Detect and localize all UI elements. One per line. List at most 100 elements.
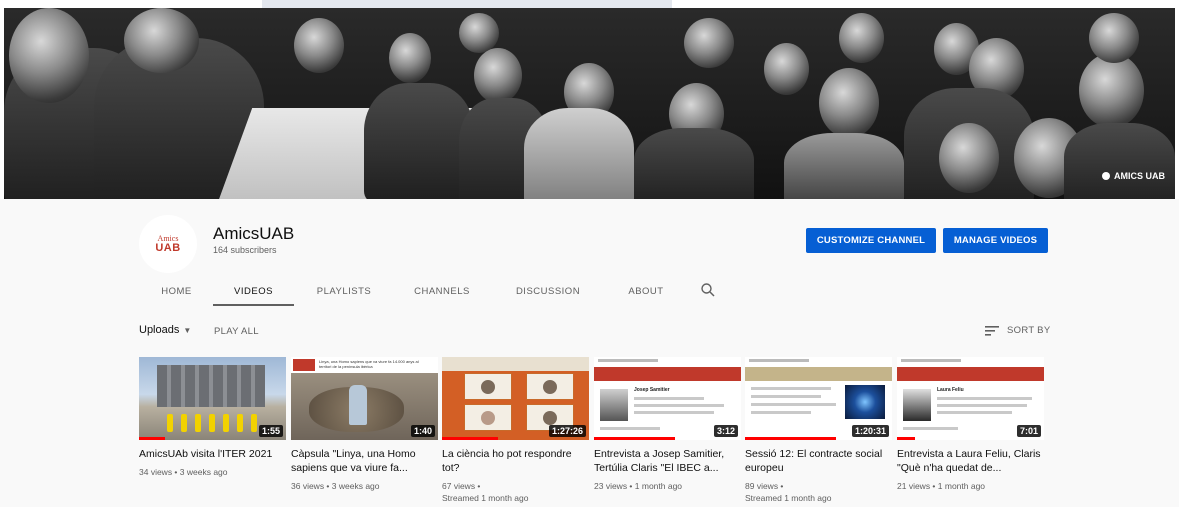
channel-name: AmicsUAB — [213, 224, 295, 243]
thumbnail-header — [594, 367, 741, 381]
video-thumbnail[interactable]: Linya, una Homo sapiens que va viure fa … — [291, 357, 438, 440]
video-card[interactable]: 1:55 AmicsUAb visita l'ITER 2021 34 view… — [139, 357, 286, 478]
banner-figure — [839, 13, 884, 63]
thumbnail-line — [634, 411, 714, 414]
thumbnail-caption: Laura Feliu — [937, 387, 964, 393]
customize-channel-button[interactable]: CUSTOMIZE CHANNEL — [806, 228, 936, 253]
video-streamed: Streamed 1 month ago — [745, 493, 832, 503]
thumbnail-line — [751, 411, 811, 414]
channel-banner: AMICS UAB — [4, 8, 1175, 199]
tab-channels[interactable]: CHANNELS — [394, 276, 490, 306]
thumbnail-line — [634, 404, 724, 407]
thumbnail-line — [749, 359, 809, 362]
thumbnail-line — [751, 403, 836, 406]
video-title[interactable]: Entrevista a Laura Feliu, Claris "Què n'… — [897, 447, 1044, 475]
thumbnail-person — [223, 414, 229, 432]
search-icon[interactable] — [700, 282, 716, 298]
video-title[interactable]: AmicsUAb visita l'ITER 2021 — [139, 447, 286, 461]
banner-figure — [474, 48, 522, 103]
banner-figure — [1064, 123, 1175, 199]
banner-figure — [459, 13, 499, 53]
video-card[interactable]: Laura Feliu 7:01 Entrevista a Laura Feli… — [897, 357, 1044, 492]
video-meta: 21 views • 1 month ago — [897, 480, 1044, 492]
tab-about[interactable]: ABOUT — [606, 276, 686, 306]
thumbnail-panel — [464, 404, 512, 431]
video-views-age: 36 views • 3 weeks ago — [291, 481, 380, 491]
thumbnail-line — [751, 387, 831, 390]
video-card[interactable]: Linya, una Homo sapiens que va viure fa … — [291, 357, 438, 492]
thumbnail-person — [181, 414, 187, 432]
tab-videos[interactable]: VIDEOS — [213, 276, 294, 306]
video-views-age: 21 views • 1 month ago — [897, 481, 986, 491]
thumbnail-portrait — [600, 389, 628, 421]
video-thumbnail[interactable]: Laura Feliu 7:01 — [897, 357, 1044, 440]
video-views-age: 23 views • 1 month ago — [594, 481, 683, 491]
watermark-text: AMICS UAB — [1114, 171, 1165, 181]
thumbnail-panel — [464, 373, 512, 400]
thumbnail-face — [481, 380, 495, 394]
uploads-label: Uploads — [139, 324, 180, 336]
banner-watermark: AMICS UAB — [1102, 171, 1165, 181]
thumbnail-globe — [845, 385, 885, 419]
manage-videos-button[interactable]: MANAGE VIDEOS — [943, 228, 1048, 253]
uploads-dropdown[interactable]: Uploads ▼ — [139, 324, 191, 336]
thumbnail-face — [481, 411, 495, 425]
video-meta: 36 views • 3 weeks ago — [291, 480, 438, 492]
tab-home[interactable]: HOME — [140, 276, 213, 306]
banner-figure — [1079, 53, 1144, 128]
video-card[interactable]: Josep Samitier 3:12 Entrevista a Josep S… — [594, 357, 741, 492]
watch-progress — [897, 437, 915, 440]
thumbnail-caption: Josep Samitier — [634, 387, 670, 393]
watch-progress — [745, 437, 837, 440]
video-card[interactable]: 1:20:31 Sessió 12: El contracte social e… — [745, 357, 892, 504]
video-views: 89 views • — [745, 481, 784, 491]
video-meta: 34 views • 3 weeks ago — [139, 466, 286, 478]
thumbnail-person — [209, 414, 215, 432]
video-thumbnail[interactable]: 1:27:26 — [442, 357, 589, 440]
banner-figure — [819, 68, 879, 138]
subscriber-count: 164 subscribers — [213, 245, 277, 255]
thumbnail-line — [937, 397, 1032, 400]
video-meta: 23 views • 1 month ago — [594, 480, 741, 492]
banner-figure — [124, 8, 199, 73]
banner-figure — [784, 133, 904, 199]
sort-by-label: SORT BY — [1007, 325, 1051, 336]
thumbnail-face — [543, 411, 557, 425]
sort-by-button[interactable]: SORT BY — [985, 325, 1050, 336]
thumbnail-building — [157, 365, 265, 407]
banner-figure — [524, 108, 634, 199]
thumbnail-caption: Linya, una Homo sapiens que va viure fa … — [319, 359, 419, 369]
tab-discussion[interactable]: DISCUSSION — [490, 276, 606, 306]
channel-avatar[interactable]: Amics UAB — [139, 215, 197, 273]
watch-progress — [594, 437, 675, 440]
video-thumbnail[interactable]: 1:55 — [139, 357, 286, 440]
video-title[interactable]: Càpsula "Linya, una Homo sapiens que va … — [291, 447, 438, 475]
thumbnail-line — [634, 397, 704, 400]
video-duration: 3:12 — [713, 425, 738, 437]
video-card[interactable]: 1:27:26 La ciència ho pot respondre tot?… — [442, 357, 589, 504]
watch-progress — [442, 437, 498, 440]
thumbnail-line — [751, 395, 821, 398]
thumbnail-line — [598, 359, 658, 362]
video-views-age: 34 views • 3 weeks ago — [139, 467, 228, 477]
play-all-button[interactable]: PLAY ALL — [214, 326, 259, 337]
video-views: 67 views • — [442, 481, 481, 491]
thumbnail-header — [442, 357, 589, 371]
video-duration: 1:20:31 — [851, 425, 889, 437]
thumbnail-person — [237, 414, 243, 432]
banner-figure — [9, 8, 89, 103]
video-thumbnail[interactable]: Josep Samitier 3:12 — [594, 357, 741, 440]
video-meta: 67 views • Streamed 1 month ago — [442, 480, 589, 504]
video-thumbnail[interactable]: 1:20:31 — [745, 357, 892, 440]
channel-tabs: HOME VIDEOS PLAYLISTS CHANNELS DISCUSSIO… — [140, 276, 686, 306]
thumbnail-header — [897, 367, 1044, 381]
banner-figure — [684, 18, 734, 68]
banner-figure — [294, 18, 344, 73]
caret-down-icon: ▼ — [183, 325, 192, 335]
tab-playlists[interactable]: PLAYLISTS — [294, 276, 394, 306]
thumbnail-portrait — [903, 389, 931, 421]
video-title[interactable]: Entrevista a Josep Samitier, Tertúlia Cl… — [594, 447, 741, 475]
video-title[interactable]: La ciència ho pot respondre tot? — [442, 447, 589, 475]
watermark-logo-icon — [1102, 172, 1110, 180]
video-title[interactable]: Sessió 12: El contracte social europeu — [745, 447, 892, 475]
